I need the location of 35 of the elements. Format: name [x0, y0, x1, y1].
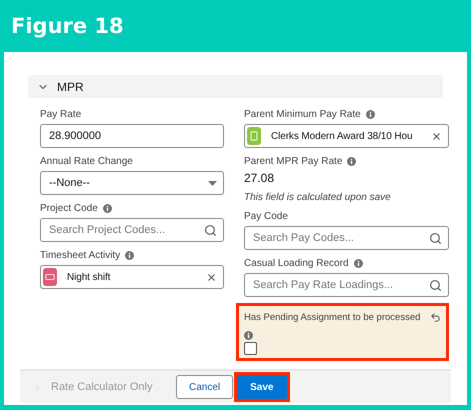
info-icon[interactable]	[354, 259, 363, 268]
field-note: This field is calculated upon save	[244, 192, 392, 203]
search-icon	[429, 232, 442, 244]
field-label: Parent Minimum Pay Rate	[244, 109, 361, 120]
lookup-field[interactable]: Clerks Modern Award 38/10 Hou	[244, 124, 449, 148]
figure-title: Figure 18	[11, 14, 124, 38]
field-label: Casual Loading Record	[244, 258, 349, 269]
section-header[interactable]: MPR	[28, 75, 443, 98]
field-label: Parent MPR Pay Rate	[244, 156, 342, 167]
info-icon[interactable]	[347, 157, 356, 166]
search-field[interactable]: Search Pay Rate Loadings...	[244, 273, 449, 297]
cancel-button[interactable]: Cancel	[176, 375, 234, 399]
search-field[interactable]: Search Project Codes...	[40, 218, 224, 242]
clear-icon[interactable]	[431, 130, 442, 142]
field-label: Pay Rate	[40, 109, 82, 120]
checkbox[interactable]	[244, 342, 257, 355]
info-icon[interactable]	[244, 331, 253, 340]
field-label: Project Code	[40, 203, 98, 214]
field-value: 27.08	[244, 171, 276, 185]
dropdown-arrow-icon	[208, 180, 217, 186]
search-field[interactable]: Search Pay Codes...	[244, 226, 449, 250]
field-label: Timesheet Activity	[40, 250, 120, 261]
clear-icon[interactable]	[206, 272, 217, 282]
search-icon	[429, 278, 442, 292]
field-label: Annual Rate Change	[40, 156, 133, 167]
info-icon[interactable]	[125, 251, 134, 260]
info-icon[interactable]	[102, 204, 112, 213]
select-field[interactable]: --None--	[40, 171, 224, 195]
lookup-field[interactable]: Night shift	[40, 265, 224, 289]
undo-icon[interactable]	[430, 312, 441, 323]
field-label: Has Pending Assignment to be processed	[244, 312, 420, 323]
search-icon	[204, 224, 217, 236]
field-label: Pay Code	[244, 211, 288, 222]
info-icon[interactable]	[366, 110, 375, 119]
text-field[interactable]: 28.900000	[40, 124, 224, 148]
